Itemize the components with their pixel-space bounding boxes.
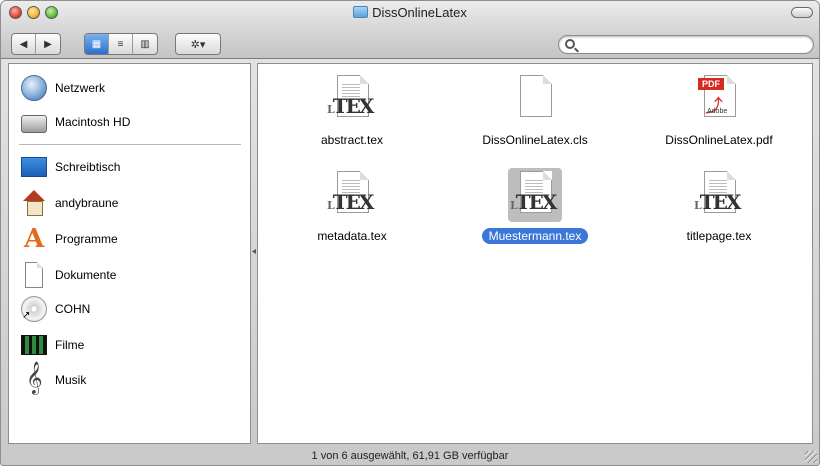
status-text: 1 von 6 ausgewählt, 61,91 GB verfügbar — [311, 450, 509, 462]
tex-file-icon: LTEX — [325, 168, 379, 222]
sidebar-item-label: Musik — [55, 373, 87, 387]
pdf-label: PDF — [698, 78, 724, 90]
tex-file-icon: LTEX — [692, 168, 746, 222]
sidebar-item-label: COHN — [55, 302, 91, 316]
tex-logo-text: TEX — [332, 94, 375, 118]
back-button[interactable]: ◀ — [12, 34, 36, 54]
sidebar-item-label: Netzwerk — [55, 81, 106, 95]
status-bar: 1 von 6 ausgewählt, 61,91 GB verfügbar — [1, 447, 819, 465]
title-bar: DissOnlineLatex ◀ ▶ ▦ ≡ ▥ ✲▾ — [1, 1, 819, 59]
file-item-metadata-tex[interactable]: LTEX metadata.tex — [267, 160, 437, 260]
documents-icon — [25, 262, 43, 288]
sidebar-item-label: Programme — [55, 232, 118, 246]
file-name: DissOnlineLatex.pdf — [665, 133, 773, 147]
file-name: DissOnlineLatex.cls — [482, 133, 588, 147]
view-mode-control: ▦ ≡ ▥ — [84, 33, 158, 55]
desktop-icon — [21, 157, 47, 177]
sidebar-item-macintosh-hd[interactable]: Macintosh HD — [9, 104, 250, 140]
file-item-titlepage-tex[interactable]: LTEX titlepage.tex — [634, 160, 804, 260]
sidebar-item-andybraune[interactable]: andybraune — [9, 185, 250, 221]
splitter-grip-icon — [252, 249, 256, 254]
sidebar-item-programme[interactable]: Programme — [9, 221, 250, 257]
file-item-muestermann-tex[interactable]: LTEX Muestermann.tex — [450, 160, 620, 260]
column-view-button[interactable]: ▥ — [133, 34, 157, 54]
file-name: abstract.tex — [320, 133, 384, 147]
tex-logo-text: TEX — [332, 190, 375, 214]
search-icon — [565, 39, 575, 49]
sidebar-item-label: Schreibtisch — [55, 160, 121, 174]
tex-file-icon: LTEX — [508, 168, 562, 222]
window-title-area: DissOnlineLatex — [1, 5, 819, 20]
home-icon — [21, 190, 47, 216]
resize-handle[interactable] — [805, 451, 817, 463]
tex-logo-text: TEX — [515, 190, 558, 214]
forward-button[interactable]: ▶ — [36, 34, 60, 54]
list-view-button[interactable]: ≡ — [109, 34, 133, 54]
file-name: metadata.tex — [317, 229, 387, 243]
back-forward-control: ◀ ▶ — [11, 33, 61, 55]
sidebar-item-dokumente[interactable]: Dokumente — [9, 257, 250, 293]
sidebar: Netzwerk Macintosh HD Schreibtisch andyb… — [8, 63, 251, 444]
file-item-dissonlinelatex-pdf[interactable]: PDF ⤴ Adobe DissOnlineLatex.pdf — [634, 64, 804, 164]
folder-icon — [353, 6, 369, 18]
toolbar-toggle-button[interactable] — [791, 7, 813, 18]
file-name: Muestermann.tex — [481, 228, 589, 244]
sidebar-item-label: Dokumente — [55, 268, 117, 282]
window-title: DissOnlineLatex — [372, 5, 467, 20]
hard-drive-icon — [21, 115, 47, 133]
file-browser-pane: LTEX abstract.tex DissOnlineLatex.cls PD… — [257, 63, 813, 444]
file-item-abstract-tex[interactable]: LTEX abstract.tex — [267, 64, 437, 164]
sidebar-item-cohn[interactable]: ↗ COHN — [9, 291, 250, 327]
file-item-dissonlinelatex-cls[interactable]: DissOnlineLatex.cls — [450, 64, 620, 164]
sidebar-item-netzwerk[interactable]: Netzwerk — [9, 70, 250, 106]
movies-icon — [21, 335, 47, 355]
network-icon — [21, 75, 47, 101]
applications-icon — [21, 224, 47, 254]
alias-arrow-icon: ↗ — [22, 310, 31, 321]
action-menu-button[interactable]: ✲▾ — [176, 34, 220, 54]
music-icon — [21, 361, 47, 395]
search-input[interactable] — [579, 37, 807, 52]
tex-logo-text: TEX — [699, 190, 742, 214]
blank-document-icon — [508, 72, 562, 126]
sidebar-item-label: andybraune — [55, 196, 119, 210]
pdf-file-icon: PDF ⤴ Adobe — [692, 72, 746, 126]
file-name: titlepage.tex — [686, 229, 752, 243]
icon-view-button[interactable]: ▦ — [85, 34, 109, 54]
sidebar-item-label: Filme — [55, 338, 85, 352]
sidebar-item-label: Macintosh HD — [55, 115, 131, 129]
action-menu-control: ✲▾ — [175, 33, 221, 55]
sidebar-item-schreibtisch[interactable]: Schreibtisch — [9, 149, 250, 185]
adobe-label: Adobe — [707, 108, 728, 115]
search-field — [558, 35, 814, 54]
tex-file-icon: LTEX — [325, 72, 379, 126]
sidebar-item-musik[interactable]: Musik — [9, 361, 250, 398]
disc-icon: ↗ — [21, 296, 47, 322]
sidebar-divider — [19, 144, 241, 145]
finder-window: DissOnlineLatex ◀ ▶ ▦ ≡ ▥ ✲▾ Netzwerk Ma… — [0, 0, 820, 466]
sidebar-item-filme[interactable]: Filme — [9, 327, 250, 363]
